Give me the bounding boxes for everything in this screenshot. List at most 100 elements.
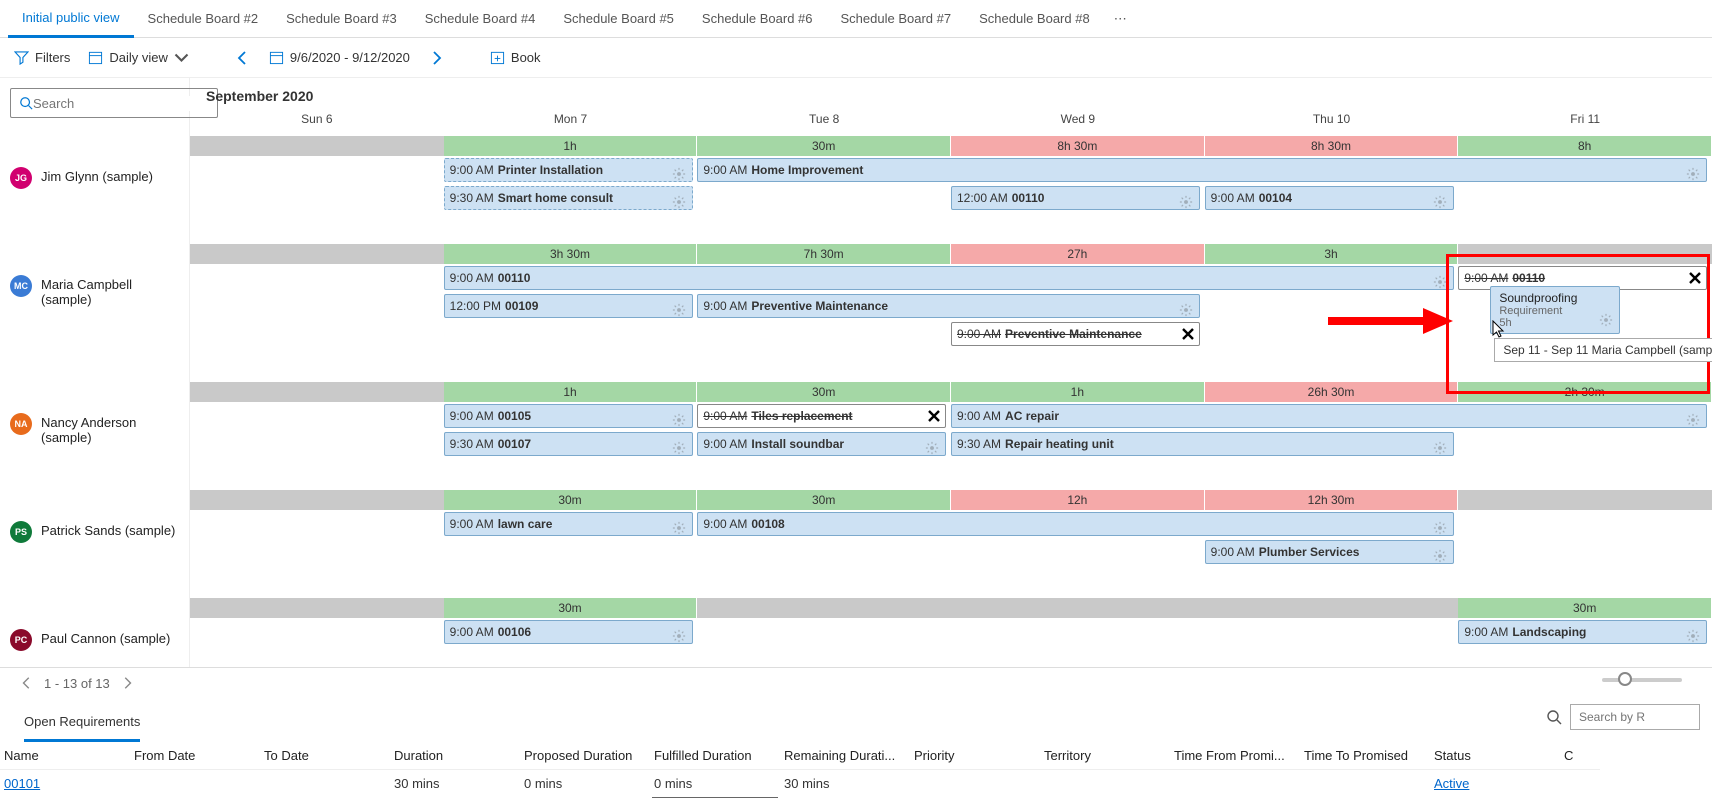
gear-icon[interactable] (1436, 191, 1450, 205)
view-mode-button[interactable]: Daily view (88, 50, 189, 65)
col-header[interactable]: Time To Promised (1300, 742, 1430, 770)
next-week-button[interactable] (428, 50, 444, 66)
gear-icon[interactable] (1436, 271, 1450, 285)
requirements-panel: Open Requirements NameFrom DateTo DateDu… (0, 698, 1712, 798)
booking[interactable]: 9:00 AMPrinter Installation (444, 158, 693, 182)
booking[interactable]: 12:00 AM00110 (951, 186, 1200, 210)
col-header[interactable]: Proposed Duration (520, 742, 650, 770)
col-header[interactable]: To Date (260, 742, 390, 770)
gear-icon[interactable] (1182, 191, 1196, 205)
booking-track[interactable]: 9:00 AMlawn care9:00 AM00108 9:00 AMPlumb… (190, 510, 1712, 598)
booking-time: 9:30 AM (450, 191, 494, 205)
gear-icon[interactable] (1689, 163, 1703, 177)
booking[interactable]: 9:00 AMAC repair (951, 404, 1707, 428)
pager-next[interactable] (120, 676, 134, 690)
booking[interactable]: 12:00 PM00109 (444, 294, 693, 318)
gear-icon[interactable] (675, 517, 689, 531)
col-header[interactable]: Fulfilled Duration (650, 742, 780, 770)
resource-row[interactable]: JGJim Glynn (sample) (0, 159, 189, 267)
booking[interactable]: 9:00 AM00104 (1205, 186, 1454, 210)
close-icon[interactable] (1687, 270, 1703, 286)
board-tab[interactable]: Schedule Board #6 (688, 0, 827, 38)
booking-track[interactable]: 9:00 AM001059:00 AMTiles replacement9:00… (190, 402, 1712, 490)
col-header[interactable]: Status (1430, 742, 1560, 770)
gear-icon[interactable] (1436, 545, 1450, 559)
booking-track[interactable]: 9:00 AM001109:00 AM0011012:00 PM001099:0… (190, 264, 1712, 382)
search-icon[interactable] (1546, 709, 1562, 725)
resource-row[interactable]: MCMaria Campbell (sample) (0, 267, 189, 405)
resource-row[interactable]: NANancy Anderson (sample) (0, 405, 189, 513)
booking-track[interactable]: 9:00 AMPrinter Installation9:00 AMHome I… (190, 156, 1712, 244)
booking-track[interactable]: 9:00 AM00106 9:00 AMLandscaping (190, 618, 1712, 648)
board-tab[interactable]: Schedule Board #4 (411, 0, 550, 38)
drag-preview-card[interactable]: SoundproofingRequirement5h (1490, 286, 1620, 334)
board-tab[interactable]: Schedule Board #2 (134, 0, 273, 38)
board-tab[interactable]: Initial public view (8, 0, 134, 38)
col-header[interactable]: Priority (910, 742, 1040, 770)
gear-icon[interactable] (675, 625, 689, 639)
gear-icon[interactable] (675, 299, 689, 313)
booking[interactable]: 9:00 AMPlumber Services (1205, 540, 1454, 564)
booking[interactable]: 9:30 AMRepair heating unit (951, 432, 1454, 456)
booking[interactable]: 9:00 AM00106 (444, 620, 693, 644)
booking[interactable]: 9:00 AMPreventive Maintenance (951, 322, 1200, 346)
link[interactable]: 00101 (4, 776, 40, 791)
book-button[interactable]: Book (490, 50, 541, 65)
gear-icon[interactable] (675, 437, 689, 451)
booking[interactable]: 9:00 AM00108 (697, 512, 1453, 536)
gear-icon[interactable] (928, 437, 942, 451)
board-tab[interactable]: Schedule Board #3 (272, 0, 411, 38)
booking-time: 9:00 AM (703, 517, 747, 531)
requirement-row[interactable]: 0010130 mins0 mins0 mins30 minsActive (0, 770, 1712, 797)
pager: 1 - 13 of 13 (0, 668, 1712, 698)
date-range-picker[interactable]: 9/6/2020 - 9/12/2020 (269, 50, 410, 65)
col-header[interactable]: Remaining Durati... (780, 742, 910, 770)
prev-week-button[interactable] (235, 50, 251, 66)
zoom-slider[interactable] (1602, 678, 1682, 682)
booking[interactable]: 9:00 AM00110 (444, 266, 1454, 290)
booking[interactable]: 9:00 AM00105 (444, 404, 693, 428)
tab-open-requirements[interactable]: Open Requirements (24, 708, 140, 742)
col-header[interactable]: Name (0, 742, 130, 770)
board-tab[interactable]: Schedule Board #7 (827, 0, 966, 38)
booking[interactable]: 9:00 AMHome Improvement (697, 158, 1707, 182)
col-header[interactable]: Territory (1040, 742, 1170, 770)
resource-row[interactable]: PSPatrick Sands (sample) (0, 513, 189, 621)
close-icon[interactable] (926, 408, 942, 424)
booking[interactable]: 9:30 AM00107 (444, 432, 693, 456)
booking[interactable]: 9:00 AMInstall soundbar (697, 432, 946, 456)
col-header[interactable]: C (1560, 742, 1600, 770)
booking-time: 9:00 AM (450, 517, 494, 531)
filters-label: Filters (35, 50, 70, 65)
booking[interactable]: 9:00 AMPreventive Maintenance (697, 294, 1200, 318)
booking[interactable]: 9:00 AMTiles replacement (697, 404, 946, 428)
gear-icon[interactable] (675, 191, 689, 205)
requirements-search-input[interactable] (1570, 704, 1700, 730)
booking-title: 00109 (505, 299, 538, 313)
filters-button[interactable]: Filters (14, 50, 70, 65)
booking[interactable]: 9:00 AMLandscaping (1458, 620, 1707, 644)
pager-prev[interactable] (20, 676, 34, 690)
board-tab[interactable]: Schedule Board #5 (549, 0, 688, 38)
board-tab[interactable]: Schedule Board #8 (965, 0, 1104, 38)
col-header[interactable]: Duration (390, 742, 520, 770)
gear-icon[interactable] (1436, 437, 1450, 451)
resource-row[interactable]: PCPaul Cannon (sample) (0, 621, 189, 667)
gear-icon[interactable] (1182, 299, 1196, 313)
booking[interactable]: 9:30 AMSmart home consult (444, 186, 693, 210)
col-header[interactable]: From Date (130, 742, 260, 770)
col-header[interactable]: Time From Promi... (1170, 742, 1300, 770)
link[interactable]: Active (1434, 776, 1469, 791)
gear-icon[interactable] (1436, 517, 1450, 531)
gear-icon[interactable] (1689, 409, 1703, 423)
close-icon[interactable] (1180, 326, 1196, 342)
gear-icon[interactable] (1689, 625, 1703, 639)
gear-icon[interactable] (675, 409, 689, 423)
board-tab-overflow[interactable]: ⋯ (1104, 3, 1137, 35)
search-input[interactable] (33, 96, 209, 111)
search-input-wrap[interactable] (10, 88, 218, 118)
booking[interactable]: 9:00 AMlawn care (444, 512, 693, 536)
gear-icon[interactable] (675, 163, 689, 177)
booking-time: 9:30 AM (450, 437, 494, 451)
booking-time: 9:00 AM (1464, 271, 1508, 285)
